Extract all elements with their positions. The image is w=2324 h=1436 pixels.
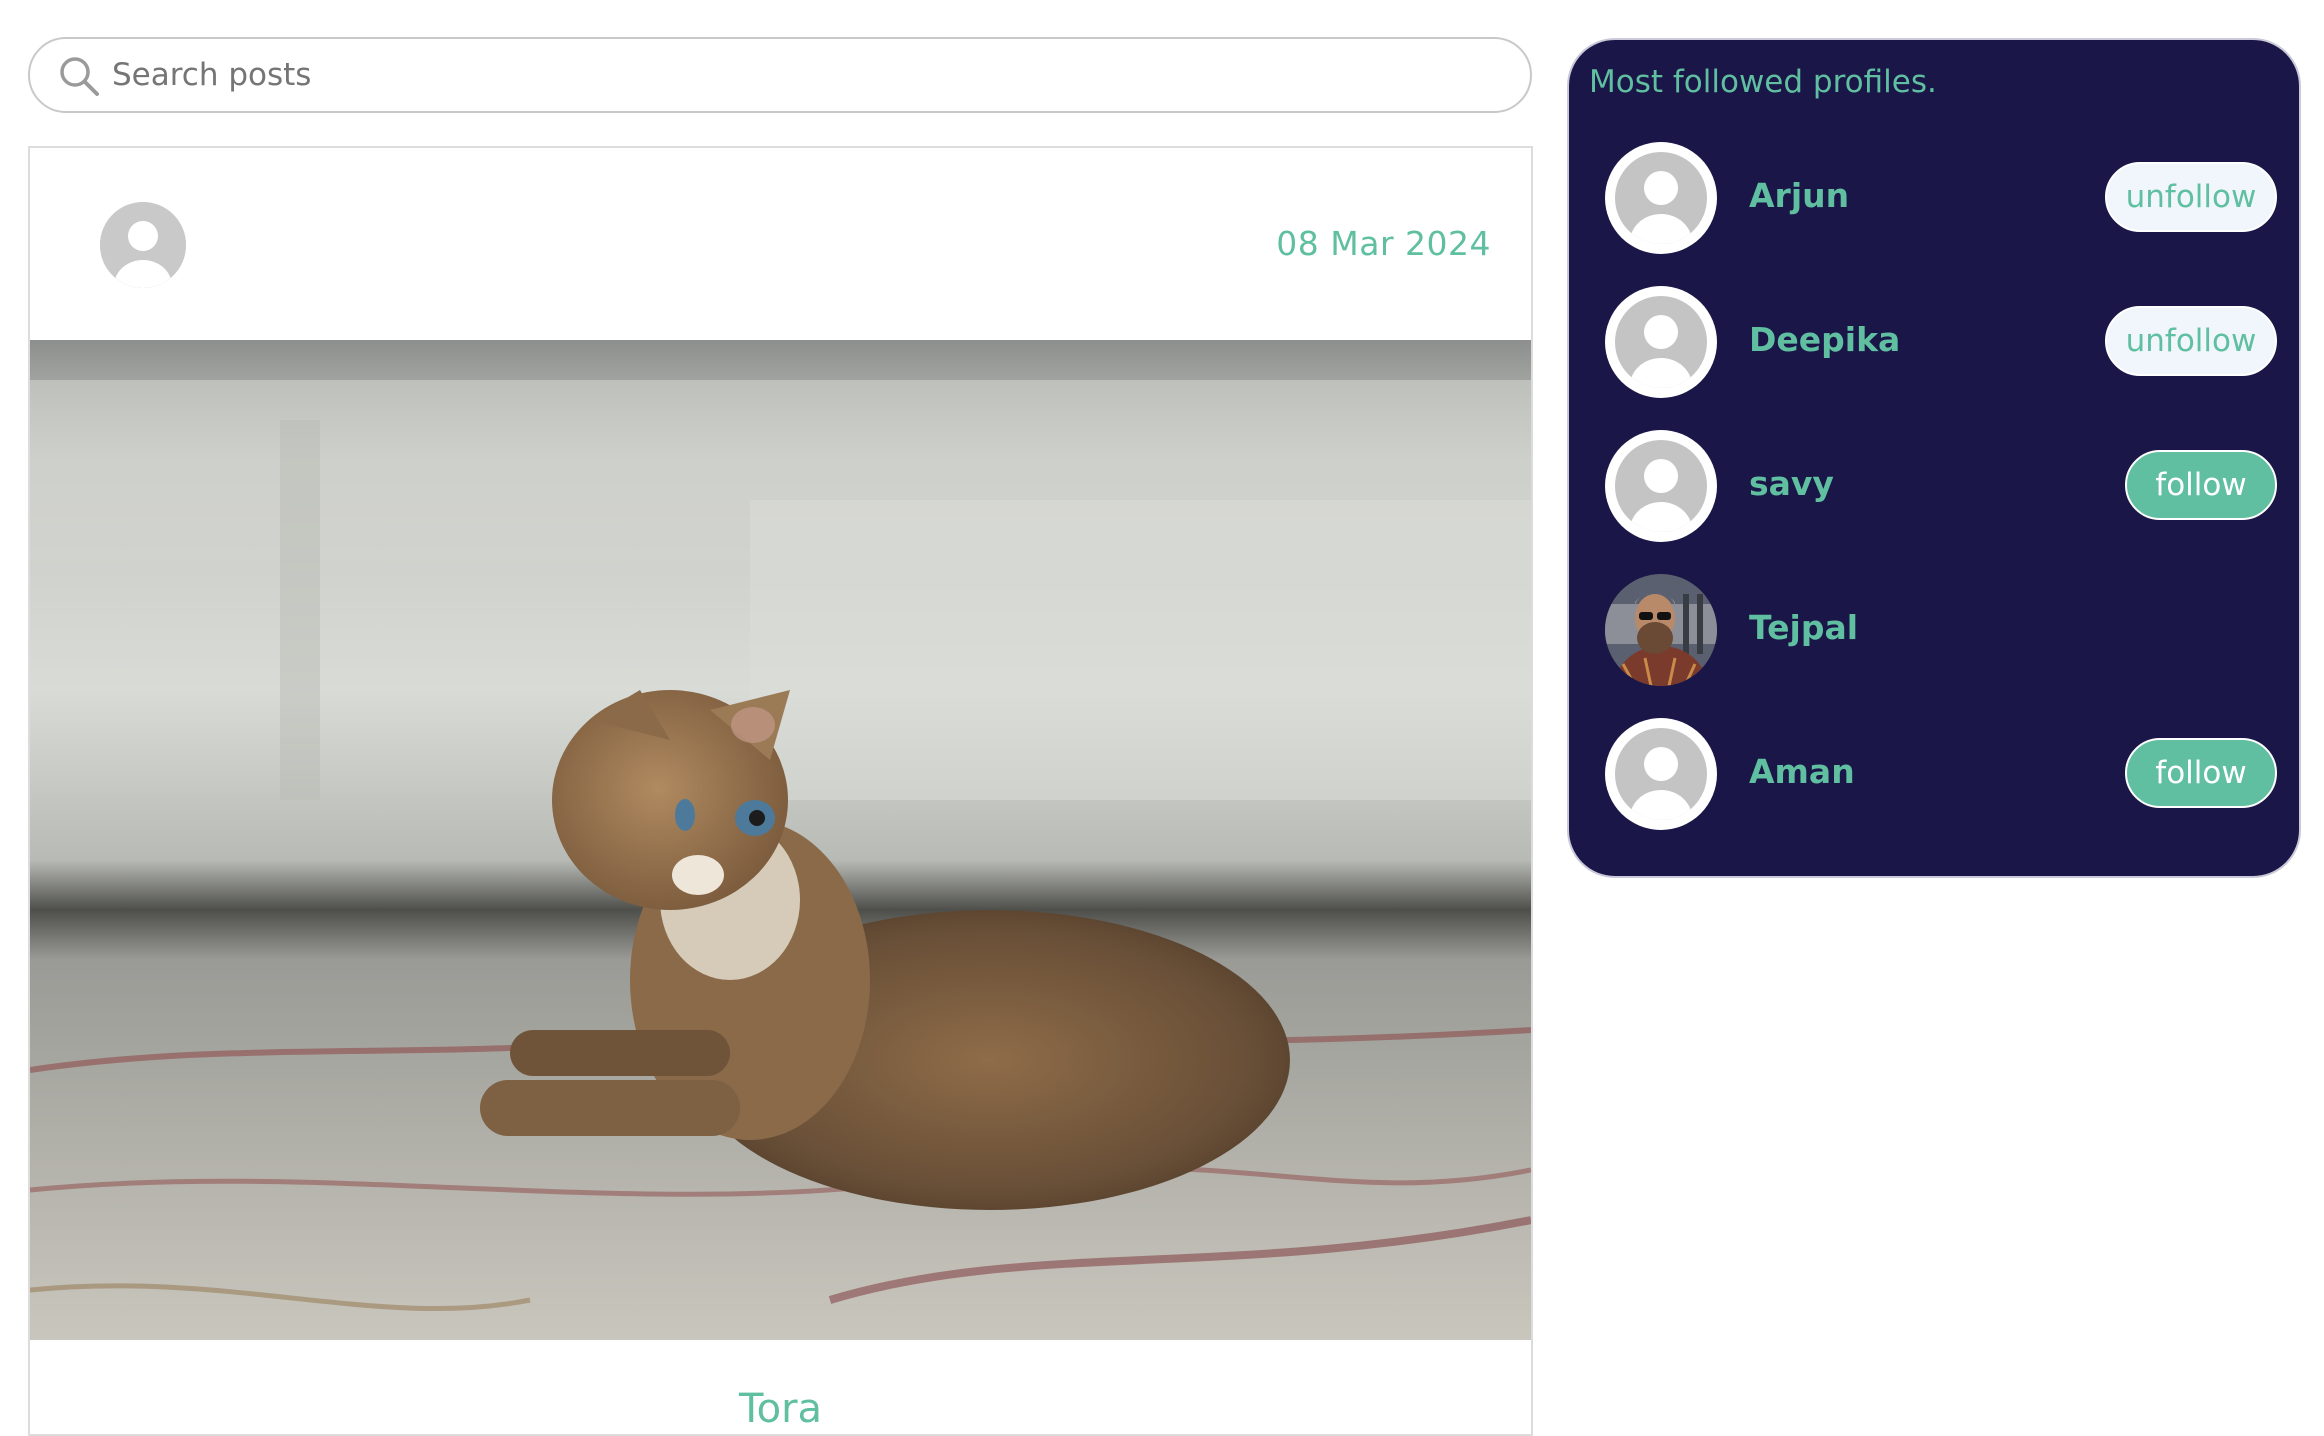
user-placeholder-icon [1630, 459, 1692, 532]
avatar[interactable] [100, 202, 186, 288]
avatar[interactable] [1605, 142, 1717, 254]
user-placeholder-icon [1630, 747, 1692, 820]
avatar[interactable] [1605, 718, 1717, 830]
search-bar[interactable] [28, 37, 1532, 113]
profile-item: Aman follow [1569, 716, 2299, 832]
profile-name[interactable]: Tejpal [1749, 608, 1858, 647]
post-image[interactable] [30, 340, 1531, 1340]
avatar[interactable] [1605, 574, 1717, 686]
post-date: 08 Mar 2024 [1276, 224, 1491, 263]
profile-name[interactable]: Aman [1749, 752, 1855, 791]
profile-name[interactable]: savy [1749, 464, 1834, 503]
search-input[interactable] [112, 53, 1492, 97]
unfollow-button[interactable]: unfollow [2105, 162, 2277, 232]
profile-item: Arjun unfollow [1569, 140, 2299, 256]
avatar[interactable] [1605, 286, 1717, 398]
user-placeholder-icon [1630, 315, 1692, 388]
follow-button[interactable]: follow [2125, 738, 2277, 808]
profile-name[interactable]: Arjun [1749, 176, 1849, 215]
profile-name[interactable]: Deepika [1749, 320, 1900, 359]
panel-title: Most followed profiles. [1589, 64, 1937, 100]
profile-item: savy follow [1569, 428, 2299, 544]
post-title[interactable]: Tora [30, 1386, 1531, 1432]
profile-photo [1605, 574, 1717, 686]
follow-button[interactable]: follow [2125, 450, 2277, 520]
post-card: 08 Mar 2024 Tora [28, 146, 1533, 1436]
unfollow-button[interactable]: unfollow [2105, 306, 2277, 376]
most-followed-panel: Most followed profiles. Arjun unfollow D… [1567, 38, 2301, 878]
avatar[interactable] [1605, 430, 1717, 542]
search-icon [60, 57, 99, 96]
profile-item: Deepika unfollow [1569, 284, 2299, 400]
user-placeholder-icon [1630, 171, 1692, 244]
profile-item: Tejpal [1569, 572, 2299, 688]
user-placeholder-icon [100, 202, 186, 288]
